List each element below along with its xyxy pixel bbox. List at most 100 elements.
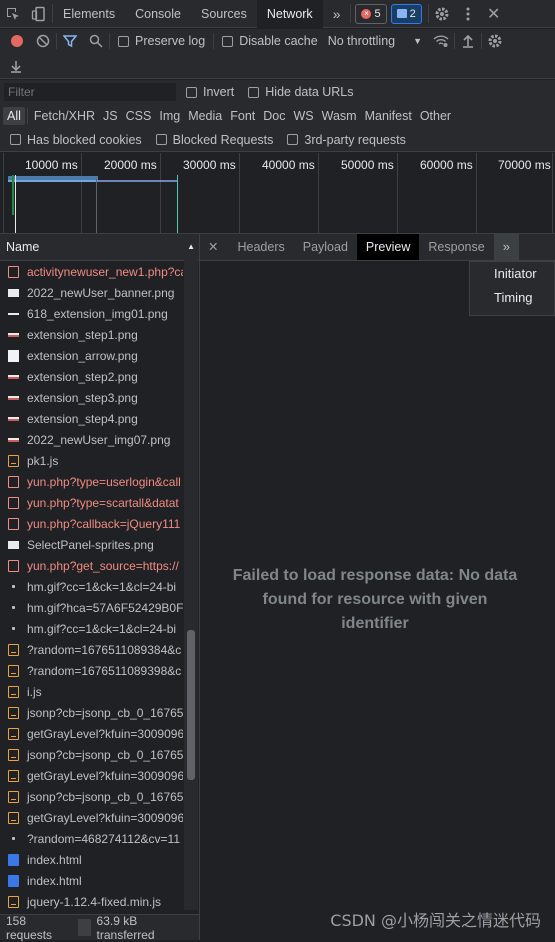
request-row[interactable]: ?random=468274112&cv=11 xyxy=(0,828,183,849)
timeline-tick-label: 50000 ms xyxy=(341,158,394,172)
type-wasm[interactable]: Wasm xyxy=(318,107,361,125)
request-row[interactable]: getGrayLevel?kfuin=3009096 xyxy=(0,765,183,786)
request-row[interactable]: jsonp?cb=jsonp_cb_0_167651 xyxy=(0,786,183,807)
request-row[interactable]: ?random=1676511089384&c xyxy=(0,639,183,660)
resource-type-icon xyxy=(8,475,19,488)
filter-icon[interactable] xyxy=(57,28,83,54)
settings-gear-icon[interactable] xyxy=(429,1,455,27)
request-row[interactable]: extension_step3.png xyxy=(0,387,183,408)
message-count-badge[interactable]: 2 xyxy=(390,3,422,24)
timeline-request-bar xyxy=(177,175,178,233)
request-name: getGrayLevel?kfuin=3009096 xyxy=(27,726,183,741)
menu-item-timing[interactable]: Timing xyxy=(470,286,554,310)
throttling-select[interactable]: No throttling ▼ xyxy=(328,34,422,48)
network-conditions-icon[interactable] xyxy=(428,28,454,54)
timeline-tick-label: 70000 ms xyxy=(498,158,551,172)
checkbox-box[interactable] xyxy=(10,134,21,145)
list-scrollbar[interactable] xyxy=(184,260,198,910)
type-fetch-xhr[interactable]: Fetch/XHR xyxy=(30,107,99,125)
type-css[interactable]: CSS xyxy=(122,107,156,125)
tab-preview[interactable]: Preview xyxy=(356,234,420,260)
throttling-value: No throttling xyxy=(327,34,396,48)
export-har-icon[interactable] xyxy=(3,53,29,79)
type-media[interactable]: Media xyxy=(184,107,226,125)
type-other[interactable]: Other xyxy=(416,107,455,125)
request-row[interactable]: 2022_newUser_banner.png xyxy=(0,282,183,303)
request-row[interactable]: 2022_newUser_img07.png xyxy=(0,429,183,450)
resource-type-icon xyxy=(12,837,15,840)
request-row[interactable]: extension_step2.png xyxy=(0,366,183,387)
request-row[interactable]: index.html xyxy=(0,849,183,870)
has-blocked-cookies-checkbox[interactable]: Has blocked cookies xyxy=(10,133,142,147)
request-name: jsonp?cb=jsonp_cb_0_167651 xyxy=(27,789,183,804)
menu-item-initiator[interactable]: Initiator xyxy=(470,262,554,286)
request-row[interactable]: 618_extension_img01.png xyxy=(0,303,183,324)
request-row[interactable]: yun.php?type=scartall&datat xyxy=(0,492,183,513)
type-ws[interactable]: WS xyxy=(289,107,317,125)
more-detail-tabs-icon[interactable]: » xyxy=(493,234,519,260)
request-row[interactable]: hm.gif?cc=1&ck=1&cl=24-bi xyxy=(0,576,183,597)
checkbox-box[interactable] xyxy=(248,86,260,98)
checkbox-box[interactable] xyxy=(222,35,234,47)
record-icon[interactable] xyxy=(4,28,30,54)
inspect-element-icon[interactable] xyxy=(0,1,26,27)
type-img[interactable]: Img xyxy=(155,107,184,125)
request-row[interactable]: jsonp?cb=jsonp_cb_0_167651 xyxy=(0,744,183,765)
request-row[interactable]: yun.php?type=userlogin&call xyxy=(0,471,183,492)
more-options-icon[interactable] xyxy=(455,1,481,27)
type-manifest[interactable]: Manifest xyxy=(361,107,416,125)
timeline-tick-label: 10000 ms xyxy=(25,158,78,172)
tab-console[interactable]: Console xyxy=(125,0,191,28)
preserve-log-checkbox[interactable]: Preserve log xyxy=(118,34,205,48)
tab-network[interactable]: Network xyxy=(256,0,323,28)
close-devtools-icon[interactable]: ✕ xyxy=(481,1,507,27)
more-tabs-icon[interactable]: » xyxy=(323,0,351,28)
request-row[interactable]: pk1.js xyxy=(0,450,183,471)
request-row[interactable]: jsonp?cb=jsonp_cb_0_167651 xyxy=(0,702,183,723)
request-row[interactable]: extension_step1.png xyxy=(0,324,183,345)
type-js[interactable]: JS xyxy=(99,107,122,125)
network-settings-gear-icon[interactable] xyxy=(482,28,508,54)
request-row[interactable]: getGrayLevel?kfuin=3009096 xyxy=(0,807,183,828)
request-row[interactable]: activitynewuser_new1.php?ca xyxy=(0,261,183,282)
request-row[interactable]: jquery-1.12.4-fixed.min.js xyxy=(0,891,183,912)
clear-icon[interactable] xyxy=(30,28,56,54)
checkbox-box[interactable] xyxy=(287,134,299,145)
timeline-overview[interactable]: 10000 ms 20000 ms 30000 ms 40000 ms 5000… xyxy=(0,153,555,234)
checkbox-box[interactable] xyxy=(118,35,129,47)
request-row[interactable]: hm.gif?hca=57A6F52429B0FE xyxy=(0,597,183,618)
checkbox-box[interactable] xyxy=(155,134,167,145)
request-row[interactable]: hm.gif?cc=1&ck=1&cl=24-bi xyxy=(0,618,183,639)
tab-payload[interactable]: Payload xyxy=(294,234,357,260)
request-row[interactable]: getGrayLevel?kfuin=3009096 xyxy=(0,723,183,744)
tab-sources[interactable]: Sources xyxy=(191,0,257,28)
type-doc[interactable]: Doc xyxy=(259,107,289,125)
request-row[interactable]: index.html xyxy=(0,870,183,891)
request-row[interactable]: extension_arrow.png xyxy=(0,345,183,366)
blocked-requests-checkbox[interactable]: Blocked Requests xyxy=(155,133,273,147)
request-row[interactable]: ?random=1676511089398&c xyxy=(0,660,183,681)
tab-response[interactable]: Response xyxy=(419,234,493,260)
import-har-icon[interactable] xyxy=(455,28,481,54)
invert-checkbox[interactable]: Invert xyxy=(186,85,234,99)
hide-data-urls-checkbox[interactable]: Hide data URLs xyxy=(248,85,354,99)
third-party-requests-checkbox[interactable]: 3rd-party requests xyxy=(287,133,406,147)
tab-elements[interactable]: Elements xyxy=(53,0,125,28)
type-all[interactable]: All xyxy=(3,107,25,125)
search-icon[interactable] xyxy=(83,28,109,54)
request-row[interactable]: extension_step4.png xyxy=(0,408,183,429)
type-font[interactable]: Font xyxy=(226,107,259,125)
request-row[interactable]: yun.php?callback=jQuery111 xyxy=(0,513,183,534)
name-column-header[interactable]: Name ▲ xyxy=(0,234,199,261)
request-row[interactable]: SelectPanel-sprites.png xyxy=(0,534,183,555)
request-row[interactable]: i.js xyxy=(0,681,183,702)
tab-headers[interactable]: Headers xyxy=(228,234,293,260)
scrollbar-thumb[interactable] xyxy=(187,630,195,780)
checkbox-box[interactable] xyxy=(186,86,197,98)
disable-cache-checkbox[interactable]: Disable cache xyxy=(222,34,318,48)
close-detail-icon[interactable]: ✕ xyxy=(200,234,228,260)
request-row[interactable]: yun.php?get_source=https:// xyxy=(0,555,183,576)
device-toolbar-icon[interactable] xyxy=(26,1,52,27)
error-count-badge[interactable]: × 5 xyxy=(355,3,387,24)
filter-input[interactable] xyxy=(4,83,176,101)
